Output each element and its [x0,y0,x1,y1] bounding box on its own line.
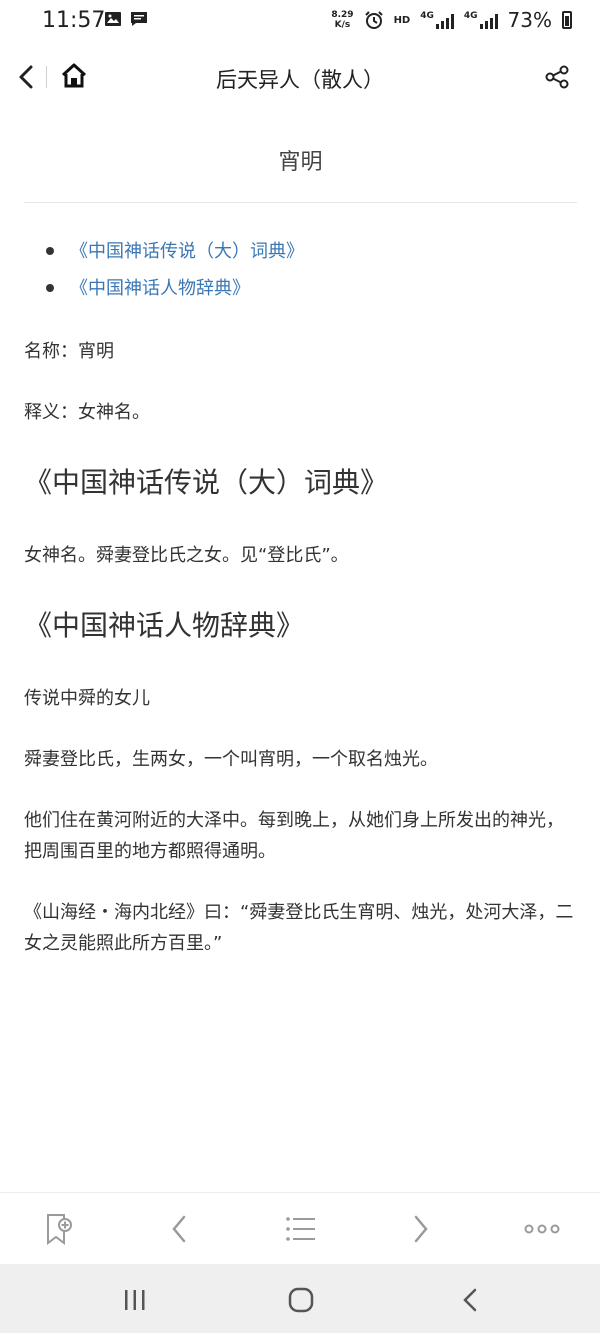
recent-apps-icon[interactable] [120,1286,150,1314]
status-time: 11:57 [42,8,106,33]
signal-bars-icon [435,13,454,29]
bookmark-add-icon[interactable] [40,1211,76,1247]
status-right-icons: 8.29 K/s HD 4G 4G 73% [331,8,572,32]
signal-bars-icon [479,13,498,29]
signal-2: 4G [464,11,498,29]
previous-chevron-icon[interactable] [162,1211,198,1247]
battery-icon [562,11,572,29]
home-button-icon[interactable] [286,1286,316,1314]
share-icon[interactable] [544,64,570,90]
status-bar: 11:57 8.29 K/s HD 4G 4G 73% [0,0,600,44]
section-paragraph: 传说中舜的女儿 [24,688,150,709]
gallery-icon [105,12,121,26]
section-paragraph: 他们住在黄河附近的大泽中。每到晚上，从她们身上所发出的神光，把周围百里的地方都照… [24,810,564,862]
table-of-contents: 《中国神话传说（大）词典》 《中国神话人物辞典》 [24,233,577,307]
nav-title: 后天异人（散人） [216,68,384,92]
list-icon[interactable] [282,1211,318,1247]
message-icon [131,12,147,26]
title-divider [24,202,577,203]
bottom-toolbar [0,1192,600,1265]
section-paragraph: 女神名。舜妻登比氏之女。见“登比氏”。 [24,545,349,566]
article-title: 宵明 [278,150,323,175]
hd-indicator: HD [393,14,411,26]
top-navigation-bar: 后天异人（散人） [0,44,600,110]
network-speed: 8.29 K/s [331,10,354,30]
toc-item: 《中国神话传说（大）词典》 [46,233,577,270]
section-paragraph: 舜妻登比氏，生两女，一个叫宵明，一个取名烛光。 [24,749,438,770]
more-dots-icon[interactable] [522,1211,562,1247]
battery-percent: 73% [507,8,552,32]
section-heading: 《中国神话传说（大）词典》 [24,466,389,499]
signal-1: 4G [420,11,454,29]
status-notification-icons [104,11,148,27]
toc-link-dictionary[interactable]: 《中国神话传说（大）词典》 [70,241,304,262]
section-heading: 《中国神话人物辞典》 [24,609,305,642]
toc-link-character-dictionary[interactable]: 《中国神话人物辞典》 [70,278,250,299]
system-navigation-bar [0,1264,600,1333]
definition-line: 释义：女神名。 [24,402,150,423]
article-content: 宵明 《中国神话传说（大）词典》 《中国神话人物辞典》 名称：宵明 释义：女神名… [24,110,577,959]
next-chevron-icon[interactable] [402,1211,438,1247]
system-back-icon[interactable] [456,1286,486,1314]
name-line: 名称：宵明 [24,341,114,362]
alarm-icon [364,11,383,29]
section-paragraph: 《山海经・海内北经》曰：“舜妻登比氏生宵明、烛光，处河大泽，二女之灵能照此所方百… [24,902,574,954]
toc-item: 《中国神话人物辞典》 [46,270,577,307]
